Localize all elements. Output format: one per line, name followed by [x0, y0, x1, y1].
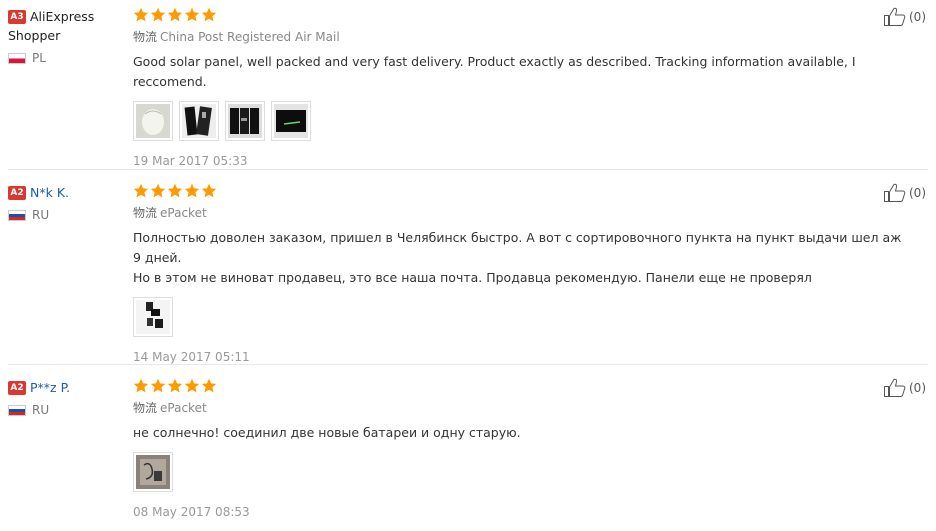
star-icon — [167, 183, 183, 198]
user-name[interactable]: A2 P**z P. — [8, 378, 128, 397]
shipping-method: 物流 ePacket — [133, 206, 207, 220]
star-icon — [201, 183, 217, 198]
flag-russia-icon — [8, 209, 26, 221]
review-content: 物流 ePacket не солнечно! соединил две новы… — [133, 378, 913, 519]
review-date: 14 May 2017 05:11 — [133, 350, 250, 364]
star-icon — [133, 183, 149, 198]
thumbs-up-icon — [884, 183, 906, 202]
thumbs-up-icon — [884, 7, 906, 26]
country: RU — [8, 208, 128, 222]
review-date: 19 Mar 2017 05:33 — [133, 154, 248, 168]
review-text: Good solar panel, well packed and very f… — [133, 54, 856, 89]
review-content: 物流 China Post Registered Air Mail Good so… — [133, 7, 913, 168]
photo-panels-image — [228, 104, 262, 138]
review-photo[interactable] — [271, 101, 311, 141]
review-text: не солнечно! соединил две новые батареи … — [133, 425, 521, 440]
star-icon — [201, 7, 217, 22]
photo-packaging-image — [136, 104, 170, 138]
star-icon — [167, 7, 183, 22]
helpful-button[interactable]: (0) — [883, 7, 926, 27]
review-user: A2 N*k K. RU — [8, 183, 128, 222]
country: PL — [8, 51, 128, 65]
star-rating — [133, 183, 913, 199]
user-name: A3 AliExpress Shopper — [8, 9, 95, 43]
star-icon — [167, 378, 183, 393]
level-badge: A2 — [8, 381, 26, 395]
review-user: A2 P**z P. RU — [8, 378, 128, 417]
review-photo[interactable] — [225, 101, 265, 141]
star-icon — [184, 7, 200, 22]
review-photo[interactable] — [133, 452, 173, 492]
star-rating — [133, 7, 913, 23]
review-text: Полностью доволен заказом, пришел в Челя… — [133, 230, 902, 285]
level-badge: A2 — [8, 186, 26, 200]
photo-panels-image — [136, 300, 170, 334]
photo-panel-image — [274, 104, 308, 138]
shipping-method: 物流 China Post Registered Air Mail — [133, 30, 340, 44]
country: RU — [8, 403, 128, 417]
star-rating — [133, 378, 913, 394]
star-icon — [184, 183, 200, 198]
review-date: 08 May 2017 08:53 — [133, 505, 250, 519]
review-content: 物流 ePacket Полностью доволен заказом, при… — [133, 183, 913, 364]
photo-list — [133, 101, 913, 141]
star-icon — [150, 378, 166, 393]
helpful-button[interactable]: (0) — [883, 183, 926, 203]
photo-list — [133, 452, 913, 492]
level-badge: A3 — [8, 10, 26, 24]
review-photo[interactable] — [179, 101, 219, 141]
review-photo[interactable] — [133, 297, 173, 337]
review-user: A3 AliExpress Shopper PL — [8, 7, 128, 65]
star-icon — [184, 378, 200, 393]
thumbs-up-icon — [884, 378, 906, 397]
review-photo[interactable] — [133, 101, 173, 141]
star-icon — [201, 378, 217, 393]
photo-batteries-image — [136, 455, 170, 489]
flag-poland-icon — [8, 52, 26, 64]
divider — [8, 169, 928, 170]
helpful-button[interactable]: (0) — [883, 378, 926, 398]
star-icon — [133, 7, 149, 22]
photo-panels-image — [182, 104, 216, 138]
photo-list — [133, 297, 913, 337]
user-name[interactable]: A2 N*k K. — [8, 183, 128, 202]
shipping-method: 物流 ePacket — [133, 401, 207, 415]
divider — [8, 364, 928, 365]
star-icon — [150, 183, 166, 198]
star-icon — [150, 7, 166, 22]
star-icon — [133, 378, 149, 393]
flag-russia-icon — [8, 404, 26, 416]
